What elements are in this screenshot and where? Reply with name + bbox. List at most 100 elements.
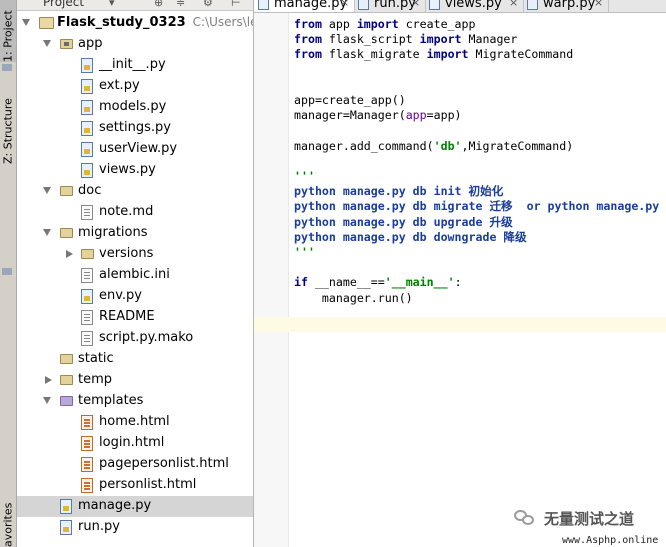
tree-item[interactable]: templates [17,391,253,412]
current-line-highlight [254,317,666,332]
tree-item-name: README [99,309,155,324]
editor-tab-label: views.py [445,0,502,11]
close-tab-icon[interactable]: × [594,0,603,9]
tree-item[interactable]: Flask_study_0323 C:\Users\lenov [17,13,253,34]
tree-item[interactable]: temp [17,370,253,391]
code-line: if __name__=='__main__': [294,275,462,290]
package-folder-icon [60,39,73,49]
editor-tab[interactable]: warp.py × [523,0,609,12]
code-line: ''' [294,245,315,260]
editor-tab[interactable]: manage.py × [254,0,355,12]
html-file-icon [81,415,93,430]
python-file-icon [258,0,269,10]
close-tab-icon[interactable]: × [340,0,349,9]
code-token: : [454,275,462,289]
code-token: from [294,17,322,31]
tree-item-name: migrations [78,225,148,240]
tree-item[interactable]: doc [17,181,253,202]
tree-item[interactable]: userView.py [17,139,253,160]
tree-item-label: __init__.py [99,57,166,72]
python-file-icon [81,100,93,115]
tree-item-name: static [78,351,114,366]
python-file-icon [81,79,93,94]
hide-panel-icon[interactable]: ⊢ [231,0,241,9]
project-view-selector[interactable]: Project [43,0,84,9]
tree-item-name: pagepersonlist.html [99,456,229,471]
code-token: flask_script [321,32,420,46]
code-token: if [294,275,308,289]
tree-item[interactable]: README [17,307,253,328]
tree-item-label: Flask_study_0323 C:\Users\lenov [57,15,253,30]
editor-gutter [254,13,289,547]
tree-item-label: pagepersonlist.html [99,456,229,471]
tool-strip-marker-icon [2,268,12,275]
tree-item[interactable]: script.py.mako [17,328,253,349]
code-line: python manage.py db downgrade 降级 [294,230,527,245]
code-token: python manage.py db upgrade [294,215,490,229]
tree-item-name: personlist.html [99,477,197,492]
code-token: app [321,17,357,31]
tree-item[interactable]: ext.py [17,76,253,97]
tree-item-label: static [78,351,114,366]
tree-item-name: env.py [99,288,142,303]
tree-item[interactable]: login.html [17,433,253,454]
tree-item-name: temp [78,372,113,387]
wechat-icon [514,510,536,526]
chevron-down-icon[interactable] [43,187,51,194]
close-tab-icon[interactable]: × [411,0,420,9]
tree-item[interactable]: static [17,349,253,370]
chevron-right-icon[interactable] [45,376,52,384]
tree-item-label: home.html [99,414,170,429]
tree-item[interactable]: settings.py [17,118,253,139]
dropdown-arrow-icon[interactable]: ▾ [109,0,115,9]
tree-item-name: note.md [99,204,154,219]
sync-icon[interactable]: ⊕ [154,0,163,9]
editor-tab[interactable]: run.py × [354,0,426,12]
chevron-down-icon[interactable] [43,40,51,47]
chevron-right-icon[interactable] [66,250,73,258]
tree-item[interactable]: versions [17,244,253,265]
editor-tab[interactable]: views.py × [425,0,524,12]
tree-item[interactable]: migrations [17,223,253,244]
favorites-tool-tab[interactable]: avorites [0,495,16,547]
tree-item[interactable]: views.py [17,160,253,181]
collapse-all-icon[interactable]: ≑ [176,0,185,9]
favorites-tool-tab-label: avorites [1,502,15,547]
code-token: manager.run() [294,291,413,305]
tree-item[interactable]: note.md [17,202,253,223]
editor-tab-bar: manage.py × run.py × views.py × warp.py × [254,0,666,13]
tree-item[interactable]: models.py [17,97,253,118]
code-token: 初始化 [468,184,504,198]
gear-icon[interactable]: ⚙ [203,0,213,9]
folder-icon [60,228,73,238]
tree-item[interactable]: home.html [17,412,253,433]
tree-item[interactable]: pagepersonlist.html [17,454,253,475]
tree-item-name: script.py.mako [99,330,194,345]
chevron-down-icon[interactable] [43,397,51,404]
tree-item[interactable]: app [17,34,253,55]
tree-item[interactable]: env.py [17,286,253,307]
tree-item-label: doc [78,183,101,198]
watermark-site: www.Asphp.online [562,535,659,546]
code-line: manager=Manager(app=app) [294,108,462,123]
code-token: python manage.py db downgrade [294,230,504,244]
tree-item-name: views.py [99,162,156,177]
tree-item[interactable]: manage.py [17,496,253,517]
code-token: or python manage.py [512,199,660,213]
structure-tool-tab[interactable]: Z: Structure [0,84,16,164]
python-file-icon [81,163,93,178]
tree-item[interactable]: run.py [17,517,253,538]
code-token: ''' [294,245,315,259]
tree-item-name: versions [99,246,154,261]
code-token: __name__== [307,275,385,289]
tree-item[interactable]: personlist.html [17,475,253,496]
chevron-down-icon[interactable] [22,19,30,26]
project-tool-tab[interactable]: 1: Project [0,0,16,62]
tree-item-name: app [78,36,103,51]
tree-item[interactable]: __init__.py [17,55,253,76]
close-tab-icon[interactable]: × [509,0,518,9]
chevron-down-icon[interactable] [43,229,51,236]
structure-tool-tab-label: Z: Structure [1,98,15,164]
tree-item[interactable]: alembic.ini [17,265,253,286]
tree-item-label: temp [78,372,112,387]
